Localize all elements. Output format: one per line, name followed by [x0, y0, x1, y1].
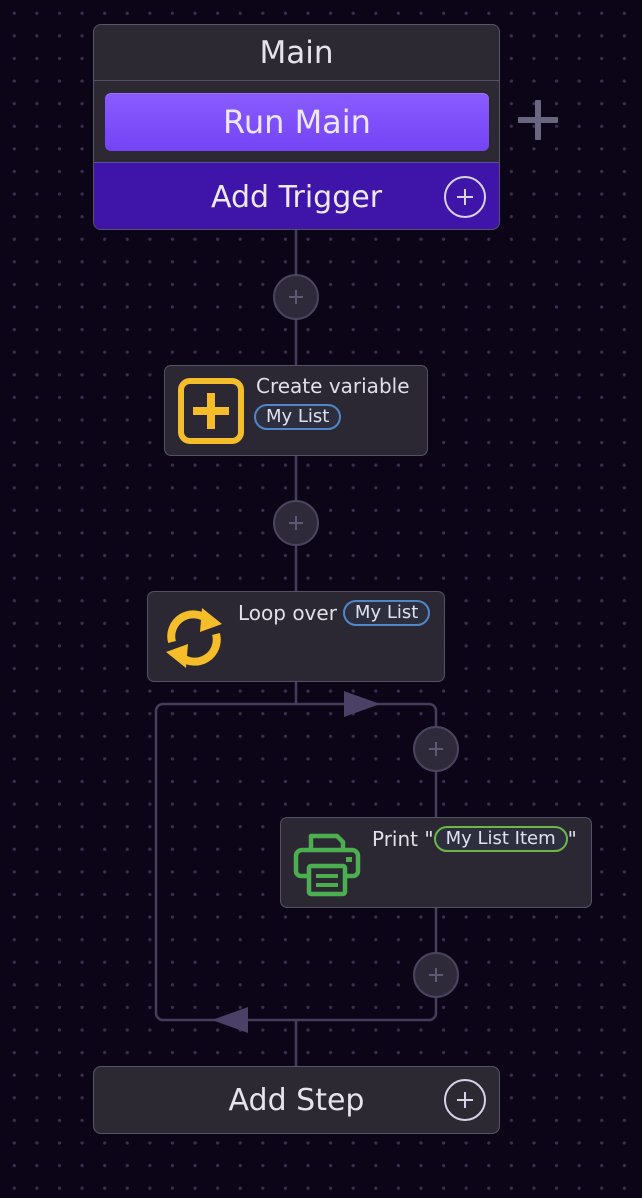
step-variable-wrap: My List [254, 404, 342, 430]
run-main-button[interactable]: Run Main [105, 93, 489, 151]
add-step-plus-icon[interactable] [444, 1079, 486, 1121]
add-trigger-label: Add Trigger [210, 179, 383, 215]
print-step[interactable]: Print " My List Item " [280, 817, 592, 908]
loop-step[interactable]: Loop over My List [147, 591, 445, 682]
flow-title: Main [94, 25, 499, 81]
loop-arrow-right [344, 691, 380, 717]
add-step-label: Add Step [228, 1082, 365, 1118]
main-flow-block: Main Run Main Add Trigger [93, 24, 500, 230]
add-flow-plus-icon[interactable] [518, 100, 558, 140]
step-name: Create variable [256, 374, 410, 398]
create-variable-step[interactable]: Create variable My List [164, 365, 428, 456]
insert-step-button[interactable] [273, 274, 319, 320]
print-step-text: Print " My List Item " [372, 826, 577, 852]
variable-pill[interactable]: My List [342, 600, 431, 626]
step-suffix: " [567, 827, 577, 851]
insert-step-button[interactable] [273, 500, 319, 546]
step-prefix: Print " [372, 827, 434, 851]
add-step-block[interactable]: Add Step [93, 1066, 500, 1134]
loop-arrow-left [212, 1007, 248, 1033]
loop-icon [166, 608, 222, 668]
insert-step-button[interactable] [413, 726, 459, 772]
variable-pill[interactable]: My List [254, 404, 342, 430]
loop-step-text: Loop over My List [238, 600, 431, 626]
add-trigger-plus-icon[interactable] [444, 176, 486, 218]
step-prefix: Loop over [238, 601, 337, 625]
printer-icon [293, 833, 361, 897]
create-variable-icon [178, 378, 244, 444]
insert-step-button[interactable] [413, 952, 459, 998]
variable-pill[interactable]: My List Item [433, 826, 568, 852]
add-trigger-bar[interactable]: Add Trigger [94, 162, 499, 229]
